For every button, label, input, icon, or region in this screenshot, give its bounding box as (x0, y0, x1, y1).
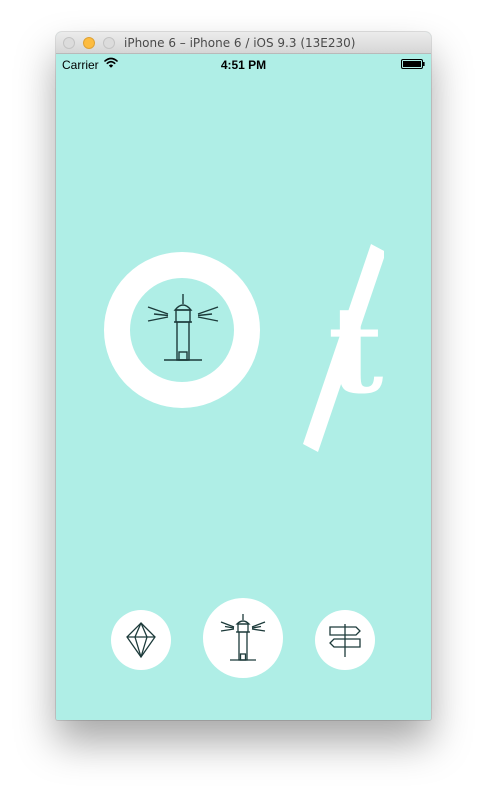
battery-icon (401, 59, 425, 69)
lighthouse-button[interactable] (203, 598, 283, 678)
status-bar: Carrier 4:51 PM (56, 54, 431, 74)
signpost-icon (329, 624, 361, 657)
app-screen: Carrier 4:51 PM t (56, 54, 431, 720)
zoom-window-button[interactable] (103, 37, 115, 49)
window-title: iPhone 6 – iPhone 6 / iOS 9.3 (13E230) (124, 36, 356, 50)
diamond-icon (126, 622, 156, 658)
status-time: 4:51 PM (220, 58, 267, 72)
lighthouse-icon (147, 294, 219, 361)
signpost-button[interactable] (315, 610, 375, 670)
simulator-window: iPhone 6 – iPhone 6 / iOS 9.3 (13E230) C… (56, 32, 431, 720)
logo-letter: t (328, 280, 383, 421)
app-logo: t (104, 244, 384, 452)
logo-ring (104, 252, 260, 408)
close-window-button[interactable] (63, 37, 75, 49)
minimize-window-button[interactable] (83, 37, 95, 49)
window-titlebar: iPhone 6 – iPhone 6 / iOS 9.3 (13E230) (56, 32, 431, 54)
gem-button[interactable] (111, 610, 171, 670)
lighthouse-icon (220, 614, 266, 661)
